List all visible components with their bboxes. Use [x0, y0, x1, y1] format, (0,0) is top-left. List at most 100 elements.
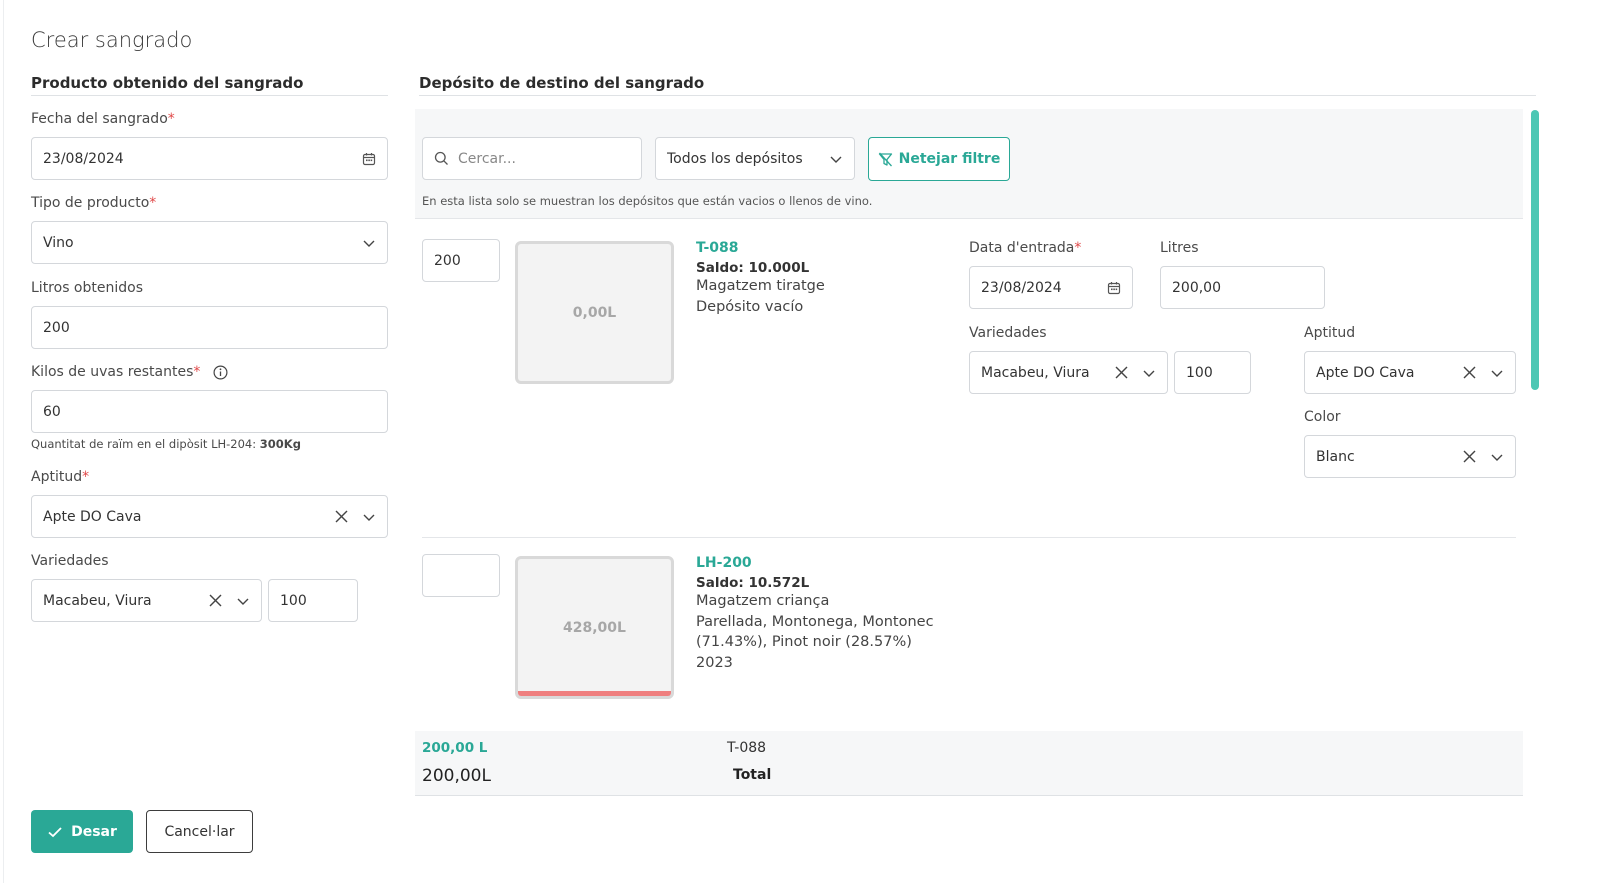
summary-deposit: T-088	[727, 740, 767, 756]
varietats-label: Variedades	[969, 325, 1047, 341]
chevron-down-icon	[362, 236, 376, 250]
chevron-down-icon	[1490, 450, 1504, 464]
clear-icon[interactable]	[1115, 366, 1128, 379]
data-entrada-label: Data d'entrada*	[969, 240, 1082, 256]
litros-input[interactable]: 200	[31, 306, 388, 349]
calendar-icon[interactable]	[1107, 281, 1121, 295]
aptitud-label-dest: Aptitud	[1304, 325, 1356, 341]
clear-filter-label: Netejar filtre	[898, 151, 1001, 167]
aptitud-label: Aptitud*	[31, 469, 90, 485]
page-title: Crear sangrado	[31, 28, 193, 52]
deposit-info: LH-200 Saldo: 10.572L Magatzem criança P…	[696, 555, 934, 673]
color-value: Blanc	[1316, 448, 1355, 465]
chevron-down-icon	[829, 152, 843, 166]
color-select[interactable]: Blanc	[1304, 435, 1516, 478]
left-section-title: Producto obtenido del sangrado	[31, 74, 304, 92]
fecha-input[interactable]: 23/08/2024	[31, 137, 388, 180]
search-icon	[434, 151, 449, 166]
kilos-label: Kilos de uvas restantes *	[31, 364, 228, 380]
aptitud-select-dest[interactable]: Apte DO Cava	[1304, 351, 1516, 394]
kilos-value: 60	[43, 403, 61, 420]
summary-total-amount: 200,00L	[422, 766, 491, 786]
tank-visual: 428,00L	[515, 556, 674, 699]
deposit-line: Depósito vacío	[696, 298, 804, 315]
variedades-percent-value: 100	[280, 592, 307, 609]
aptitud-select[interactable]: Apte DO Cava	[31, 495, 388, 538]
filter-off-icon	[878, 152, 893, 167]
litres-label: Litres	[1160, 240, 1199, 256]
variedades-select[interactable]: Macabeu, Viura	[31, 579, 262, 622]
deposit-divider	[422, 537, 1516, 538]
variedades-label: Variedades	[31, 553, 109, 569]
color-label: Color	[1304, 409, 1341, 425]
aptitud-value-dest: Apte DO Cava	[1316, 364, 1415, 381]
fecha-value: 23/08/2024	[43, 150, 124, 167]
tank-visual: 0,00L	[515, 241, 674, 384]
varietats-select[interactable]: Macabeu, Viura	[969, 351, 1168, 394]
tipo-value: Vino	[43, 234, 74, 251]
list-hint: En esta lista solo se muestran los depós…	[422, 194, 873, 208]
save-label: Desar	[71, 823, 117, 840]
deposit-info: T-088 Saldo: 10.000L Magatzem tiratge De…	[696, 240, 825, 317]
litros-label: Litros obtenidos	[31, 280, 143, 296]
deposit-line: 2023	[696, 654, 733, 671]
variedades-percent-input[interactable]: 100	[268, 579, 358, 622]
cancel-label: Cancel·lar	[164, 823, 235, 840]
deposit-qty-input[interactable]: 200	[422, 239, 500, 282]
panel-divider	[415, 218, 1523, 219]
search-input[interactable]: Cercar...	[422, 137, 642, 180]
calendar-icon[interactable]	[362, 152, 376, 166]
deposit-qty-input[interactable]	[422, 554, 500, 597]
scrollbar-thumb[interactable]	[1531, 110, 1539, 390]
kilos-note: Quantitat de raïm en el dipòsit LH-204: …	[31, 437, 301, 451]
deposit-code[interactable]: T-088	[696, 240, 825, 256]
info-icon[interactable]	[213, 364, 228, 380]
chevron-down-icon	[236, 594, 250, 608]
clear-icon[interactable]	[209, 594, 222, 607]
kilos-input[interactable]: 60	[31, 390, 388, 433]
deposit-code[interactable]: LH-200	[696, 555, 934, 571]
summary-total-label: Total	[733, 767, 772, 783]
chevron-down-icon	[1142, 366, 1156, 380]
deposit-line: Magatzem tiratge	[696, 278, 825, 294]
variedades-value: Macabeu, Viura	[43, 592, 152, 609]
right-divider	[419, 95, 1536, 96]
cancel-button[interactable]: Cancel·lar	[146, 810, 253, 853]
clear-icon[interactable]	[1463, 450, 1476, 463]
tipo-label: Tipo de producto*	[31, 195, 157, 211]
deposit-line: Parellada, Montonega, Montonec	[696, 613, 934, 630]
search-placeholder: Cercar...	[458, 150, 516, 167]
data-entrada-input[interactable]: 23/08/2024	[969, 266, 1133, 309]
summary-panel	[415, 731, 1523, 796]
varietats-value: Macabeu, Viura	[981, 364, 1090, 381]
varietats-percent-input[interactable]: 100	[1174, 351, 1251, 394]
clear-icon[interactable]	[335, 510, 348, 523]
tank-label: 428,00L	[563, 619, 626, 636]
check-icon	[47, 824, 63, 840]
deposit-line: Magatzem criança	[696, 593, 830, 609]
data-entrada-value: 23/08/2024	[981, 279, 1062, 296]
deposit-filter-value: Todos los depósitos	[667, 150, 803, 167]
right-section-title: Depósito de destino del sangrado	[419, 74, 705, 92]
litros-value: 200	[43, 319, 70, 336]
deposit-qty-value: 200	[434, 252, 461, 269]
tank-label: 0,00L	[572, 304, 617, 321]
fecha-label: Fecha del sangrado*	[31, 111, 175, 127]
chevron-down-icon	[362, 510, 376, 524]
varietats-percent-value: 100	[1186, 364, 1213, 381]
clear-filter-button[interactable]: Netejar filtre	[868, 137, 1010, 181]
summary-amount: 200,00 L	[422, 740, 488, 756]
deposit-saldo: Saldo: 10.000L	[696, 260, 810, 276]
deposit-saldo: Saldo: 10.572L	[696, 575, 810, 591]
deposit-filter-select[interactable]: Todos los depósitos	[655, 137, 855, 180]
chevron-down-icon	[1490, 366, 1504, 380]
clear-icon[interactable]	[1463, 366, 1476, 379]
tank-fill	[518, 690, 671, 696]
aptitud-value: Apte DO Cava	[43, 508, 142, 525]
tipo-select[interactable]: Vino	[31, 221, 388, 264]
litres-input[interactable]: 200,00	[1160, 266, 1325, 309]
left-divider	[31, 95, 388, 96]
litres-value: 200,00	[1172, 279, 1221, 296]
save-button[interactable]: Desar	[31, 810, 133, 853]
deposit-line: (71.43%), Pinot noir (28.57%)	[696, 634, 912, 650]
